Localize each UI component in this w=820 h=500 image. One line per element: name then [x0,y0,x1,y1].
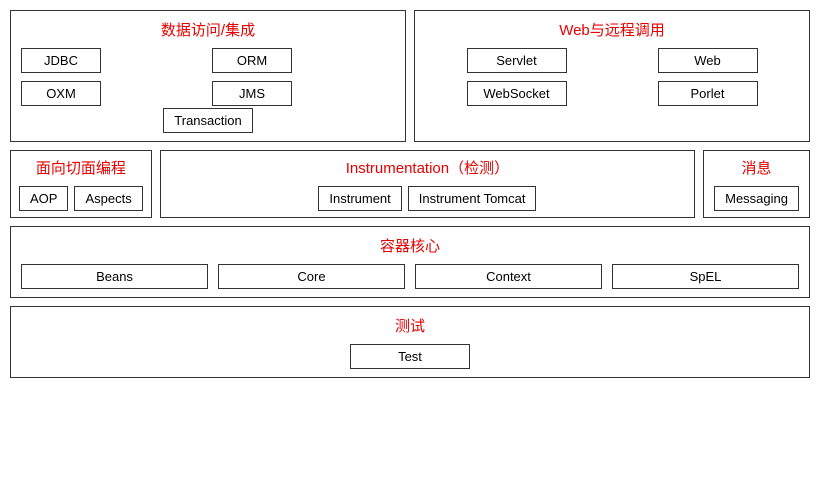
module-porlet: Porlet [658,81,758,106]
aop-title: 面向切面编程 [19,157,143,178]
module-instrument-tomcat: Instrument Tomcat [408,186,537,211]
module-aspects: Aspects [74,186,142,211]
data-access-title: 数据访问/集成 [21,19,395,40]
module-context: Context [415,264,602,289]
module-aop: AOP [19,186,68,211]
aop-row: AOP Aspects [19,186,143,211]
instrumentation-title: Instrumentation（检测） [171,157,684,178]
aop-section: 面向切面编程 AOP Aspects [10,150,152,218]
module-jms: JMS [212,81,292,106]
row1: 数据访问/集成 JDBC ORM OXM JMS Transaction Web… [10,10,810,142]
module-messaging: Messaging [714,186,799,211]
module-instrument: Instrument [318,186,401,211]
core-grid: Beans Core Context SpEL [21,264,799,289]
instrumentation-section: Instrumentation（检测） Instrument Instrumen… [160,150,695,218]
data-access-grid: JDBC ORM OXM JMS [21,48,395,106]
web-title: Web与远程调用 [425,19,799,40]
messaging-section: 消息 Messaging [703,150,810,218]
module-oxm: OXM [21,81,101,106]
test-section: 测试 Test [10,306,810,378]
module-servlet: Servlet [467,48,567,73]
test-row: Test [21,344,799,369]
module-spel: SpEL [612,264,799,289]
module-orm: ORM [212,48,292,73]
messaging-title: 消息 [714,157,799,178]
transaction-row: Transaction [21,108,395,133]
module-beans: Beans [21,264,208,289]
core-title: 容器核心 [21,235,799,256]
instrumentation-row: Instrument Instrument Tomcat [171,186,684,211]
module-transaction: Transaction [163,108,252,133]
main-container: 数据访问/集成 JDBC ORM OXM JMS Transaction Web… [0,0,820,500]
web-grid: Servlet Web WebSocket Porlet [425,48,799,106]
module-web: Web [658,48,758,73]
data-access-section: 数据访问/集成 JDBC ORM OXM JMS Transaction [10,10,406,142]
module-test: Test [350,344,470,369]
messaging-row: Messaging [714,186,799,211]
module-core: Core [218,264,405,289]
core-section: 容器核心 Beans Core Context SpEL [10,226,810,298]
module-jdbc: JDBC [21,48,101,73]
row2: 面向切面编程 AOP Aspects Instrumentation（检测） I… [10,150,810,218]
web-section: Web与远程调用 Servlet Web WebSocket Porlet [414,10,810,142]
test-title: 测试 [21,315,799,336]
module-websocket: WebSocket [467,81,567,106]
